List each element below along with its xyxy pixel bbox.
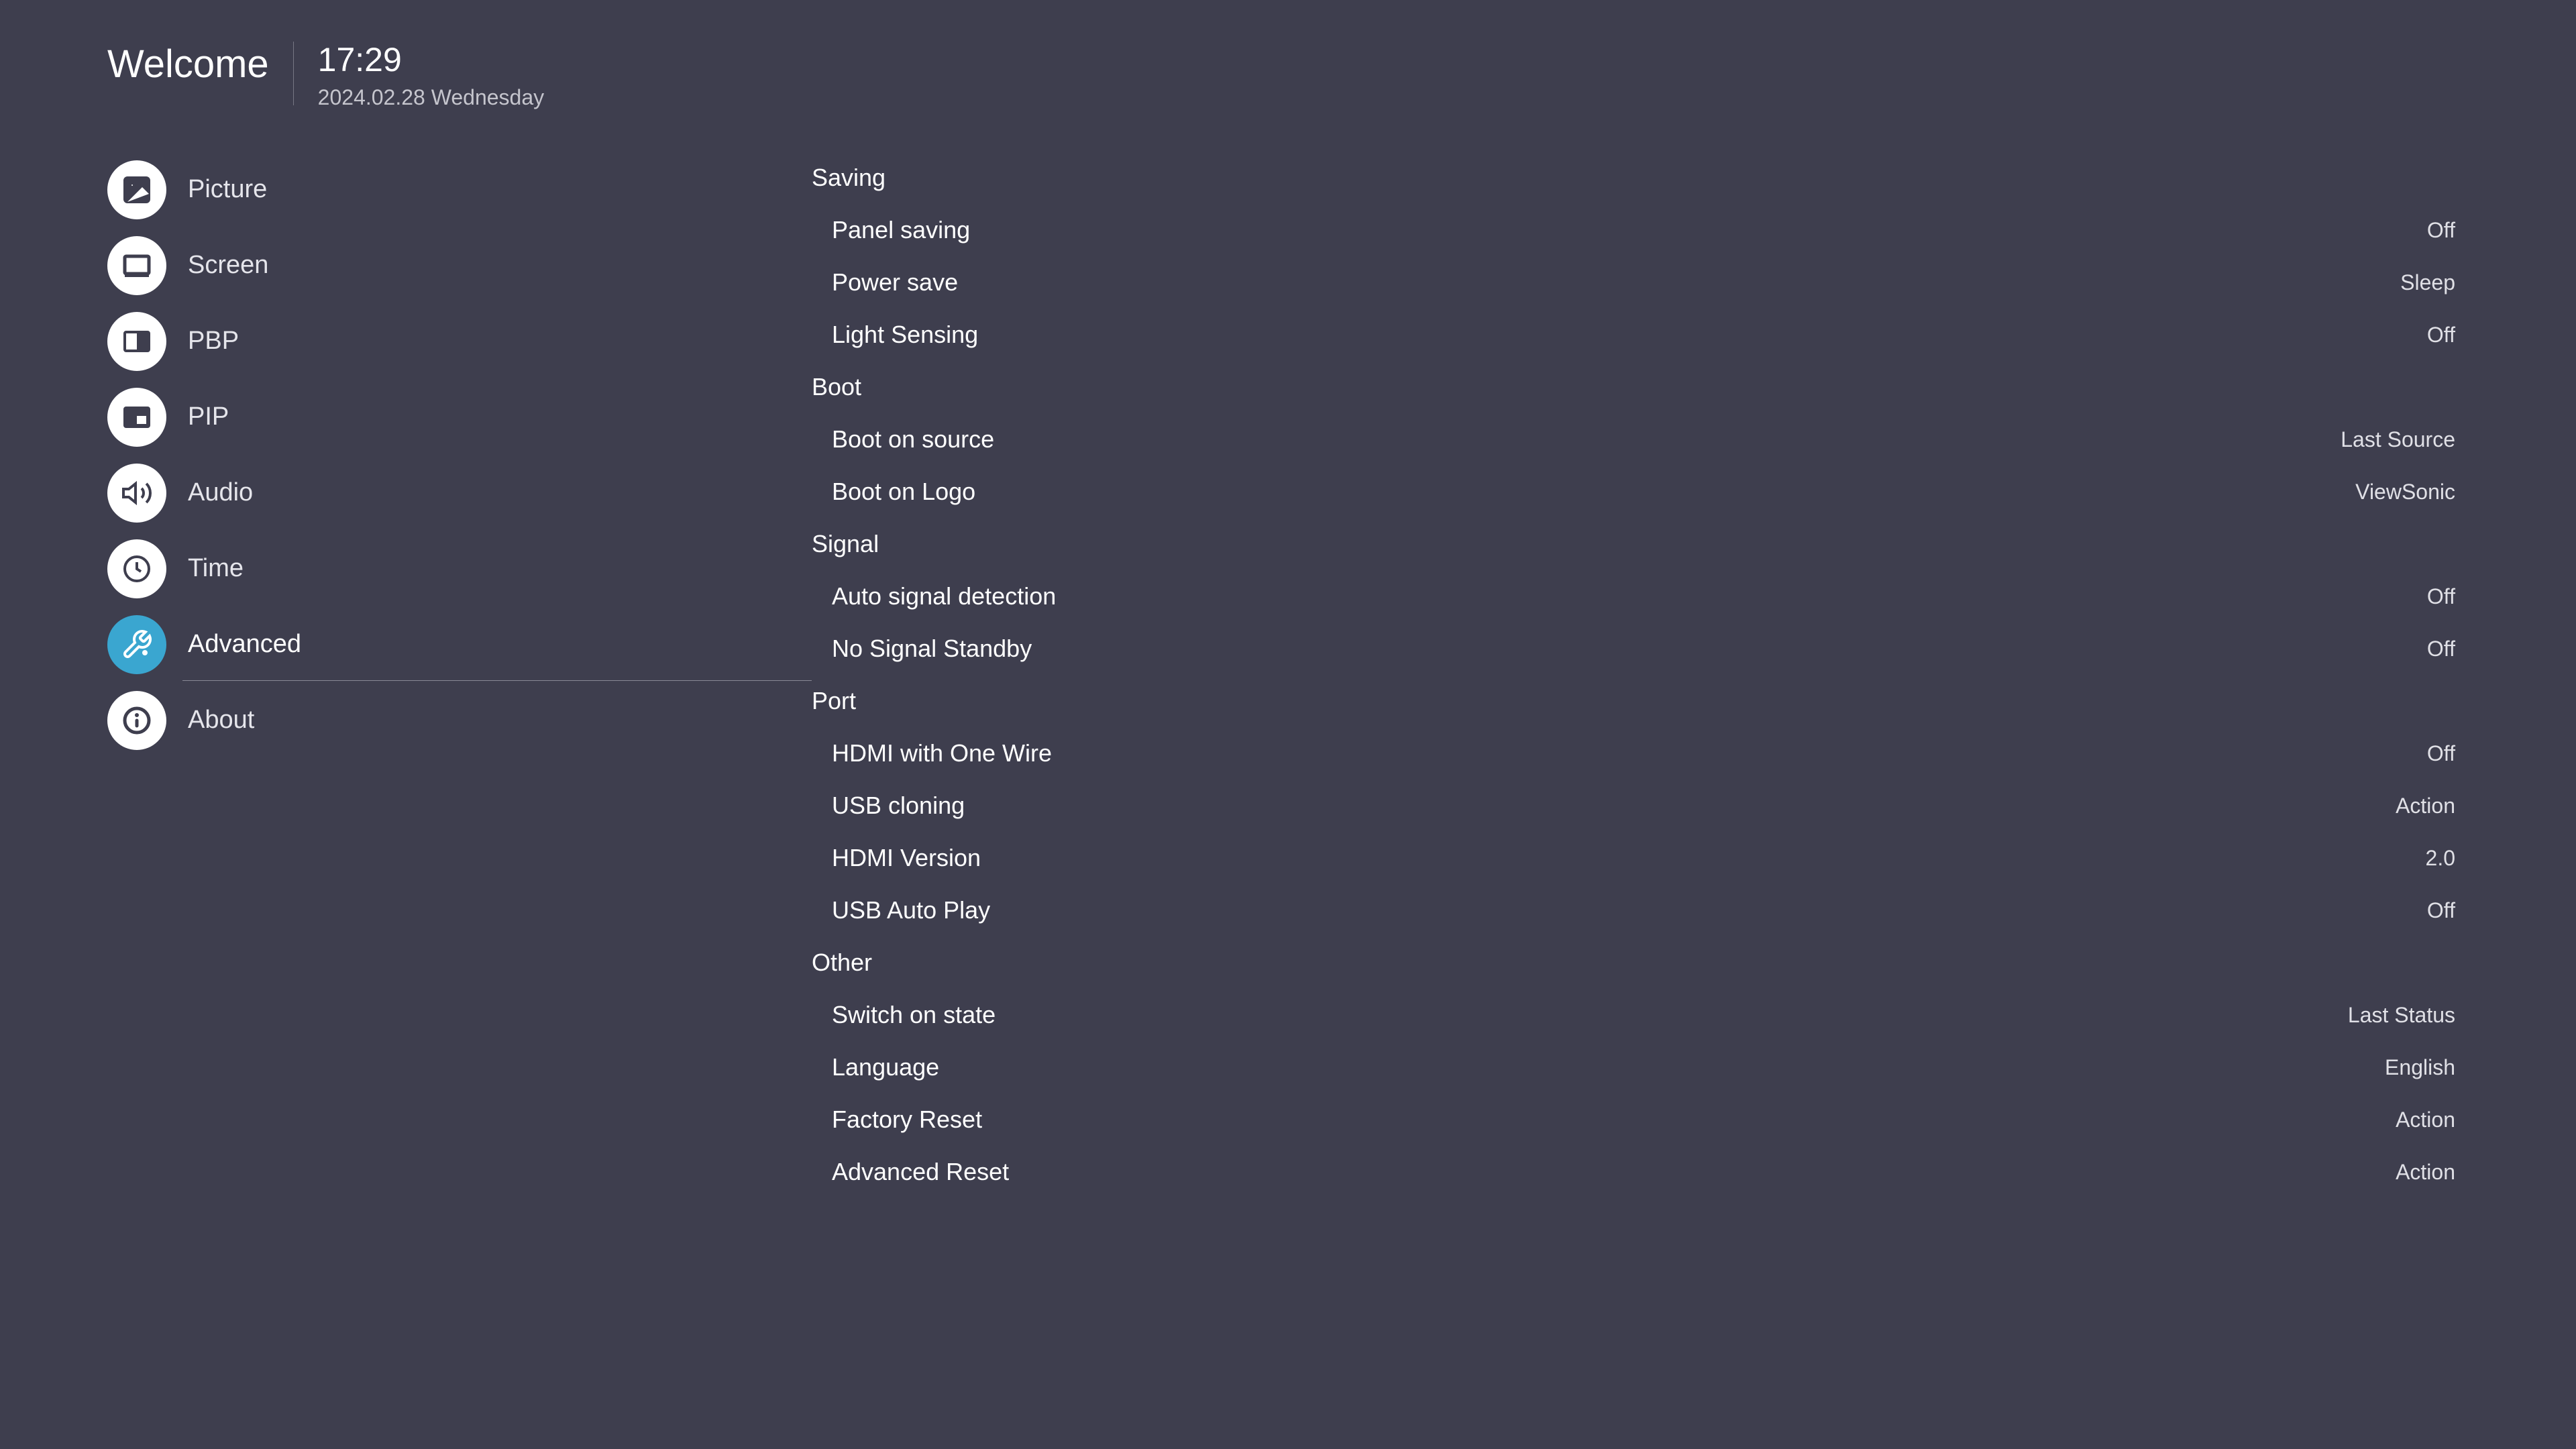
setting-light-sensing[interactable]: Light Sensing Off bbox=[812, 309, 2455, 361]
setting-label: Advanced Reset bbox=[832, 1158, 1009, 1186]
setting-hdmi-version[interactable]: HDMI Version 2.0 bbox=[812, 832, 2455, 884]
setting-boot-on-source[interactable]: Boot on source Last Source bbox=[812, 413, 2455, 466]
setting-label: Factory Reset bbox=[832, 1106, 982, 1134]
setting-value: Action bbox=[2396, 794, 2455, 818]
setting-label: Panel saving bbox=[832, 216, 970, 244]
datetime: 17:29 2024.02.28 Wednesday bbox=[318, 42, 544, 110]
picture-icon bbox=[107, 160, 166, 219]
setting-label: Light Sensing bbox=[832, 321, 978, 349]
setting-label: USB Auto Play bbox=[832, 896, 990, 924]
setting-value: Off bbox=[2427, 741, 2455, 766]
sidebar-item-screen[interactable]: Screen bbox=[107, 227, 812, 303]
header-divider bbox=[293, 42, 294, 105]
sidebar-item-label: Advanced bbox=[188, 630, 301, 659]
setting-usb-auto-play[interactable]: USB Auto Play Off bbox=[812, 884, 2455, 936]
header: Welcome 17:29 2024.02.28 Wednesday bbox=[0, 0, 2576, 110]
setting-no-signal-standby[interactable]: No Signal Standby Off bbox=[812, 623, 2455, 675]
section-header-saving: Saving bbox=[812, 152, 2455, 204]
setting-value: ViewSonic bbox=[2355, 480, 2455, 504]
sidebar-item-audio[interactable]: Audio bbox=[107, 455, 812, 531]
pip-icon bbox=[107, 388, 166, 447]
setting-auto-signal-detection[interactable]: Auto signal detection Off bbox=[812, 570, 2455, 623]
content-panel: Saving Panel saving Off Power save Sleep… bbox=[812, 152, 2576, 1198]
setting-value: Off bbox=[2427, 584, 2455, 609]
sidebar-item-label: PIP bbox=[188, 402, 229, 431]
setting-switch-on-state[interactable]: Switch on state Last Status bbox=[812, 989, 2455, 1041]
setting-advanced-reset[interactable]: Advanced Reset Action bbox=[812, 1146, 2455, 1198]
setting-factory-reset[interactable]: Factory Reset Action bbox=[812, 1093, 2455, 1146]
sidebar-item-picture[interactable]: Picture bbox=[107, 152, 812, 227]
setting-value: Last Source bbox=[2341, 427, 2455, 452]
main-container: Picture Screen PBP bbox=[0, 152, 2576, 1198]
section-header-other: Other bbox=[812, 936, 2455, 989]
sidebar-item-pbp[interactable]: PBP bbox=[107, 303, 812, 379]
setting-panel-saving[interactable]: Panel saving Off bbox=[812, 204, 2455, 256]
setting-value: Last Status bbox=[2348, 1003, 2455, 1028]
sidebar-item-label: Screen bbox=[188, 251, 268, 280]
sidebar-item-pip[interactable]: PIP bbox=[107, 379, 812, 455]
setting-value: Action bbox=[2396, 1108, 2455, 1132]
sidebar-item-about[interactable]: About bbox=[107, 682, 812, 758]
section-header-signal: Signal bbox=[812, 518, 2455, 570]
sidebar-item-advanced[interactable]: Advanced bbox=[107, 606, 812, 682]
audio-icon bbox=[107, 464, 166, 523]
pbp-icon bbox=[107, 312, 166, 371]
setting-value: 2.0 bbox=[2426, 846, 2455, 871]
setting-value: Off bbox=[2427, 637, 2455, 661]
sidebar-item-time[interactable]: Time bbox=[107, 531, 812, 606]
date-label: 2024.02.28 Wednesday bbox=[318, 85, 544, 110]
setting-label: No Signal Standby bbox=[832, 635, 1032, 663]
sidebar-item-label: Picture bbox=[188, 175, 267, 204]
sidebar-item-label: About bbox=[188, 706, 254, 735]
advanced-icon bbox=[107, 615, 166, 674]
setting-value: Off bbox=[2427, 323, 2455, 347]
setting-usb-cloning[interactable]: USB cloning Action bbox=[812, 780, 2455, 832]
setting-label: Power save bbox=[832, 268, 958, 297]
welcome-label: Welcome bbox=[107, 42, 293, 87]
sidebar-item-label: Audio bbox=[188, 478, 253, 507]
setting-label: Language bbox=[832, 1053, 939, 1081]
setting-label: Boot on Logo bbox=[832, 478, 975, 506]
section-header-boot: Boot bbox=[812, 361, 2455, 413]
setting-hdmi-one-wire[interactable]: HDMI with One Wire Off bbox=[812, 727, 2455, 780]
setting-boot-on-logo[interactable]: Boot on Logo ViewSonic bbox=[812, 466, 2455, 518]
setting-label: USB cloning bbox=[832, 792, 965, 820]
about-icon bbox=[107, 691, 166, 750]
setting-value: Action bbox=[2396, 1160, 2455, 1185]
sidebar-item-label: Time bbox=[188, 554, 244, 583]
setting-power-save[interactable]: Power save Sleep bbox=[812, 256, 2455, 309]
setting-label: HDMI with One Wire bbox=[832, 739, 1052, 767]
setting-label: Switch on state bbox=[832, 1001, 996, 1029]
section-header-port: Port bbox=[812, 675, 2455, 727]
setting-value: Off bbox=[2427, 218, 2455, 243]
setting-label: Boot on source bbox=[832, 425, 994, 453]
setting-value: English bbox=[2385, 1055, 2455, 1080]
setting-value: Off bbox=[2427, 898, 2455, 923]
time-icon bbox=[107, 539, 166, 598]
screen-icon bbox=[107, 236, 166, 295]
time-label: 17:29 bbox=[318, 42, 544, 78]
sidebar: Picture Screen PBP bbox=[0, 152, 812, 1198]
setting-label: Auto signal detection bbox=[832, 582, 1056, 610]
setting-language[interactable]: Language English bbox=[812, 1041, 2455, 1093]
setting-value: Sleep bbox=[2400, 270, 2455, 295]
setting-label: HDMI Version bbox=[832, 844, 981, 872]
sidebar-item-label: PBP bbox=[188, 327, 239, 356]
